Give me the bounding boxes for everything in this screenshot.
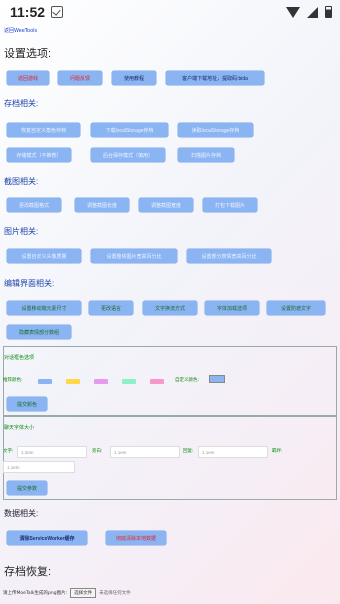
screenshot-length-button[interactable]: 调整截图长度 [75,198,129,212]
file-status: 未选择任何文件 [99,591,131,596]
upload-label: 请上传MoeTalk生成的png图片: [3,591,68,596]
clear-local-data-button[interactable]: 彻底清除本地数据 [106,531,166,545]
text-wrap-button[interactable]: 文字换流方式 [143,301,197,315]
choose-file-button[interactable]: 选择文件 [70,588,97,598]
scan-image-save-button[interactable]: 扫描图片存档 [178,148,234,162]
text-size-input[interactable]: 1.2em [17,446,87,458]
change-screenshot-format-button[interactable]: 更改截图格式 [7,198,61,212]
back-link[interactable]: 返回WeeTools [4,27,37,34]
screenshot-width-button[interactable]: 调整截图宽度 [139,198,193,212]
status-time: 11:52 [10,4,46,20]
emoji-size-percent-button[interactable]: 设置部分表情宽高百分比 [187,249,271,263]
narration-size-label: 旁白: [92,449,103,454]
border-color-title: 对话框色选项 [4,355,35,361]
client-download-button[interactable]: 客户端下载地址，提取码:bida [166,71,264,85]
status-bar: 11:52 [0,0,340,24]
restore-character-save-button[interactable]: 恢复自定义角色存档 [7,123,80,137]
image-size-percent-button[interactable]: 设置整体图片宽高百分比 [91,249,177,263]
hide-emoji-array-button[interactable]: 隐藏表情部分数组 [7,325,71,339]
read-localstorage-button[interactable]: 读取localStorage存档 [178,123,253,137]
color-swatch-pink[interactable] [150,379,164,384]
font-size-title: 聊天字体大小 [4,425,35,431]
tutorial-button[interactable]: 使用教程 [112,71,156,85]
custom-color-picker[interactable] [209,375,225,383]
background-save-button[interactable]: 后台保存模式（慎用） [91,148,165,162]
notification-icon [51,6,64,18]
feedback-button[interactable]: 问题反馈 [58,71,102,85]
file-upload-row: 请上传MoeTalk生成的png图片: 选择文件 未选择任何文件 [3,588,131,598]
recommend-color-label: 推荐颜色: [3,378,23,383]
color-swatch-green[interactable] [122,379,136,384]
avatar-quality-button[interactable]: 设置自定义头像质量 [7,249,81,263]
bond-size-label: 羁绊: [272,449,283,454]
battery-icon [325,6,332,18]
bond-size-input[interactable]: 1.1em [3,461,75,473]
editor-title: 编辑界面相关: [4,279,55,288]
mobile-element-size-button[interactable]: 设置移动端元素尺寸 [7,301,81,315]
clear-sw-cache-button[interactable]: 清除ServiceWorker缓存 [7,531,87,545]
package-download-button[interactable]: 打包下载图片 [203,198,257,212]
storage-title: 存档相关: [4,99,39,108]
download-localstorage-button[interactable]: 下载localStorage存档 [91,123,168,137]
font-loading-button[interactable]: 字体加载选项 [205,301,259,315]
signal-icon [307,6,318,18]
color-swatch-yellow[interactable] [66,379,80,384]
wifi-icon [286,6,300,18]
return-game-button[interactable]: 返回游戏 [7,71,49,85]
font-size-panel [3,416,337,500]
submit-color-button[interactable]: 提交颜色 [7,397,47,411]
data-title: 数据相关: [4,509,39,518]
custom-color-label: 自定义颜色: [175,378,200,383]
submit-params-button[interactable]: 提交参数 [7,481,47,495]
change-language-button[interactable]: 更改语言 [89,301,133,315]
settings-title: 设置选项: [4,48,52,60]
restore-title: 存档恢复: [4,566,52,578]
text-size-label: 文字: [3,449,14,454]
reply-size-label: 回复: [183,449,194,454]
narration-size-input[interactable]: 1.1em [110,446,180,458]
reply-size-input[interactable]: 1.1em [198,446,268,458]
storage-mode-button[interactable]: 存储模式（不推荐） [7,148,71,162]
image-title: 图片相关: [4,227,39,236]
color-swatch-blue[interactable] [38,379,52,384]
screenshot-title: 截图相关: [4,177,39,186]
anti-block-text-button[interactable]: 设置防遮文字 [267,301,325,315]
color-swatch-purple[interactable] [94,379,108,384]
border-color-panel [3,346,337,416]
